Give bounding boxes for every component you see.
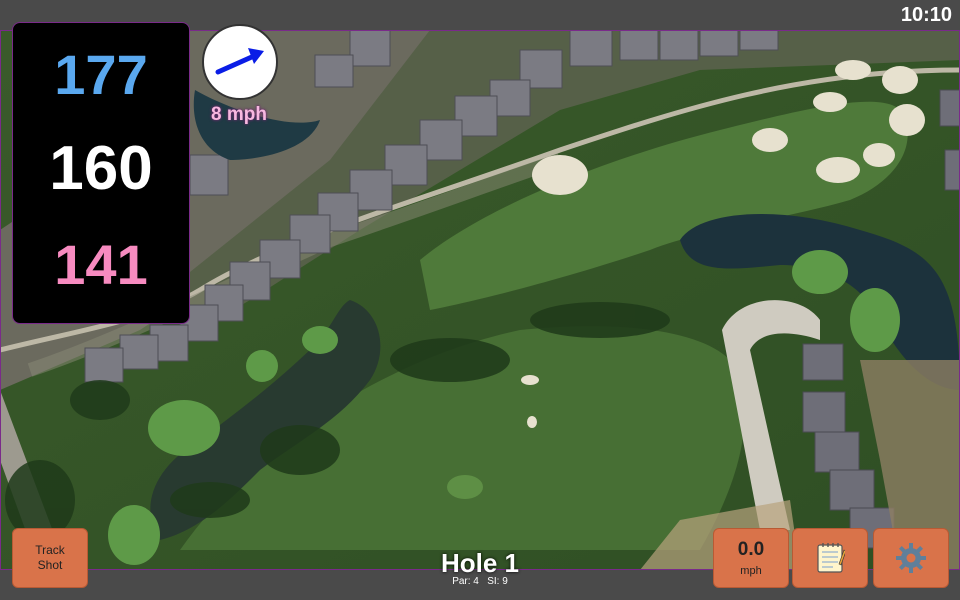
notepad-icon bbox=[817, 543, 845, 573]
wind-arrow-icon bbox=[215, 48, 264, 75]
front-yardage: 141 bbox=[54, 233, 148, 296]
wind-indicator bbox=[202, 24, 278, 100]
golf-gps-app: 10:10 177 160 141 8 mph Track Shot Hole … bbox=[0, 0, 960, 600]
yardage-panel: 177 160 141 bbox=[12, 22, 190, 324]
track-shot-label-line2: Shot bbox=[37, 558, 63, 572]
settings-button[interactable] bbox=[873, 528, 949, 588]
speed-button[interactable]: 0.0 mph bbox=[713, 528, 789, 588]
hole-par-si: Par: 4 SI: 9 bbox=[380, 576, 580, 587]
hole-title: Hole 1 bbox=[440, 548, 520, 578]
wind-speed-label: 8 mph bbox=[211, 104, 267, 125]
speed-value: 0.0 bbox=[737, 539, 765, 560]
notes-button[interactable] bbox=[792, 528, 868, 588]
gear-icon bbox=[896, 543, 926, 573]
track-shot-label-line1: Track bbox=[35, 543, 65, 557]
back-yardage: 177 bbox=[54, 43, 148, 106]
track-shot-button[interactable]: Track Shot bbox=[12, 528, 88, 588]
hole-si: SI: 9 bbox=[487, 576, 508, 587]
center-yardage: 160 bbox=[49, 134, 153, 203]
speed-unit: mph bbox=[740, 565, 762, 577]
clock: 10:10 bbox=[900, 4, 952, 26]
hole-par: Par: 4 bbox=[452, 576, 479, 587]
